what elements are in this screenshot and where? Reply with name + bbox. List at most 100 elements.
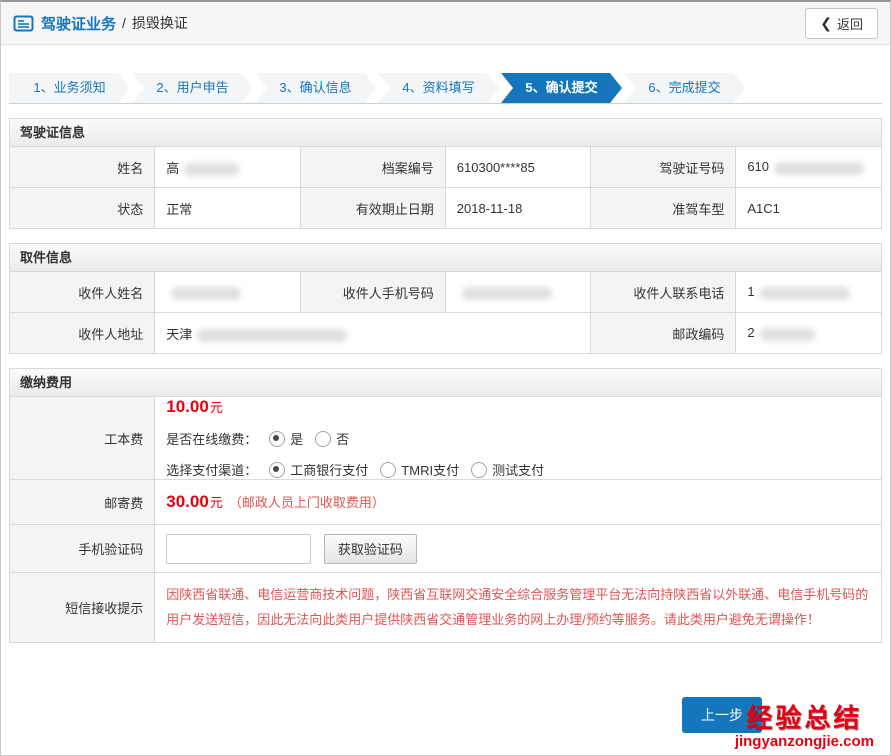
chevron-left-icon: ❮ xyxy=(820,15,832,31)
step-tab-4[interactable]: 4、资料填写 xyxy=(378,73,499,103)
recipient-mobile-label: 收件人手机号码 xyxy=(299,271,446,313)
license-info-section: 驾驶证信息 姓名 高 档案编号 610300****85 驾驶证号码 610 状… xyxy=(8,118,882,229)
online-pay-options: 是否在线缴费： 是 否 xyxy=(166,429,870,448)
sms-tip-cell: 因陕西省联通、电信运营商技术问题，陕西省互联网交通安全综合服务管理平台无法向持陕… xyxy=(154,571,882,644)
mail-fee-unit: 元 xyxy=(209,495,223,510)
redacted-blur xyxy=(197,328,348,342)
status-label: 状态 xyxy=(8,187,156,229)
value-text: A1C1 xyxy=(747,200,780,216)
prev-step-button[interactable]: 上一步 xyxy=(682,697,762,733)
production-fee-amount: 10.00 xyxy=(166,397,209,416)
value-text: 高 xyxy=(166,160,180,176)
pay-channel-options: 选择支付渠道： 工商银行支付 TMRI支付 测试支付 xyxy=(166,460,870,479)
vehicle-class-value: A1C1 xyxy=(735,187,882,229)
step-tab-5-active[interactable]: 5、确认提交 xyxy=(501,73,622,103)
breadcrumb-service-name: 损毁换证 xyxy=(131,15,188,31)
table-row: 状态 正常 有效期止日期 2018-11-18 准驾车型 A1C1 xyxy=(8,187,882,229)
license-info-title: 驾驶证信息 xyxy=(9,118,882,146)
pay-channel-question: 选择支付渠道： xyxy=(166,463,258,478)
license-info-table: 姓名 高 档案编号 610300****85 驾驶证号码 610 状态 正常 有… xyxy=(8,146,882,229)
vehicle-class-label: 准驾车型 xyxy=(590,187,737,229)
recipient-phone-label: 收件人联系电话 xyxy=(590,271,737,313)
expiry-label: 有效期止日期 xyxy=(299,187,446,229)
step-tab-6[interactable]: 6、完成提交 xyxy=(624,73,745,103)
pickup-info-title: 取件信息 xyxy=(9,243,882,271)
step-tab-1[interactable]: 1、业务须知 xyxy=(9,73,130,103)
sms-tip-label: 短信接收提示 xyxy=(8,571,156,644)
online-yes-label: 是 xyxy=(290,432,304,447)
status-value: 正常 xyxy=(154,187,301,229)
redacted-blur xyxy=(184,162,240,176)
table-row: 短信接收提示 因陕西省联通、电信运营商技术问题，陕西省互联网交通安全综合服务管理… xyxy=(8,571,882,644)
back-button[interactable]: ❮ 返回 xyxy=(805,7,878,39)
value-text: 610300****85 xyxy=(456,159,535,175)
channel-tmri-label: TMRI支付 xyxy=(401,463,460,478)
name-value: 高 xyxy=(154,146,301,188)
file-number-label: 档案编号 xyxy=(299,146,446,188)
mail-fee-amount: 30.00 xyxy=(166,492,209,511)
mail-fee-cell: 30.00元 （邮政人员上门收取费用） xyxy=(154,479,882,525)
mail-fee-label: 邮寄费 xyxy=(8,479,156,525)
value-text: 1 xyxy=(747,284,755,300)
expiry-value: 2018-11-18 xyxy=(444,187,592,229)
radio-online-no[interactable] xyxy=(315,431,332,447)
online-no-label: 否 xyxy=(336,432,350,447)
production-fee-cell: 10.00元 是否在线缴费： 是 否 选择支付渠道： 工商银行支付 TMRI支付 测试支付 xyxy=(154,396,882,480)
channel-icbc-label: 工商银行支付 xyxy=(290,463,369,478)
recipient-mobile-value xyxy=(444,271,592,313)
recipient-name-value xyxy=(154,271,301,313)
redacted-blur xyxy=(171,286,242,300)
zip-code-label: 邮政编码 xyxy=(590,312,737,354)
pickup-info-table: 收件人姓名 收件人手机号码 收件人联系电话 1 收件人地址 天津 邮政编码 2 xyxy=(8,271,882,354)
get-code-button[interactable]: 获取验证码 xyxy=(323,533,417,564)
value-text: 610 xyxy=(747,159,770,175)
radio-channel-icbc[interactable] xyxy=(269,462,286,478)
license-number-value: 610 xyxy=(735,146,882,188)
breadcrumb-separator: / xyxy=(122,15,126,31)
recipient-name-label: 收件人姓名 xyxy=(8,271,156,313)
payment-title: 缴纳费用 xyxy=(9,368,882,396)
step-nav: 1、业务须知 2、用户申告 3、确认信息 4、资料填写 5、确认提交 6、完成提… xyxy=(9,73,882,104)
table-row: 收件人地址 天津 邮政编码 2 xyxy=(8,312,882,354)
table-row: 收件人姓名 收件人手机号码 收件人联系电话 1 xyxy=(8,271,882,313)
step-tab-2[interactable]: 2、用户申告 xyxy=(132,73,253,103)
table-row: 工本费 10.00元 是否在线缴费： 是 否 选择支付渠道： 工商银行支付 TMRI支付… xyxy=(8,396,882,480)
back-button-label: 返回 xyxy=(836,16,863,32)
license-number-label: 驾驶证号码 xyxy=(590,146,737,188)
redacted-blur xyxy=(461,286,552,300)
recipient-address-label: 收件人地址 xyxy=(8,312,156,354)
id-card-icon xyxy=(13,15,34,32)
channel-test-label: 测试支付 xyxy=(492,463,545,478)
value-text: 2 xyxy=(747,325,755,341)
production-fee-amount-line: 10.00元 xyxy=(166,397,870,417)
value-text: 天津 xyxy=(166,326,193,342)
redacted-blur xyxy=(759,286,850,300)
table-row: 手机验证码 获取验证码 xyxy=(8,524,882,573)
name-label: 姓名 xyxy=(8,146,156,188)
sms-tip-text: 因陕西省联通、电信运营商技术问题，陕西省互联网交通安全综合服务管理平台无法向持陕… xyxy=(166,587,869,627)
step-tab-3[interactable]: 3、确认信息 xyxy=(255,73,376,103)
breadcrumb-business-type: 驾驶证业务 xyxy=(41,15,117,33)
table-row: 姓名 高 档案编号 610300****85 驾驶证号码 610 xyxy=(8,146,882,188)
payment-section: 缴纳费用 工本费 10.00元 是否在线缴费：是否 选择支付渠道： 工商银行支付 T… xyxy=(8,368,882,644)
sms-code-label: 手机验证码 xyxy=(8,524,156,573)
redacted-blur xyxy=(774,161,865,175)
watermark-url: jingyanzongjie.com xyxy=(734,733,874,750)
sms-code-input[interactable] xyxy=(166,533,312,564)
sms-code-cell: 获取验证码 xyxy=(154,524,882,573)
recipient-address-value: 天津 xyxy=(154,312,592,354)
recipient-phone-value: 1 xyxy=(735,271,882,313)
production-fee-unit: 元 xyxy=(209,400,223,415)
online-pay-question: 是否在线缴费： xyxy=(166,432,258,447)
radio-channel-test[interactable] xyxy=(471,462,488,478)
value-text: 正常 xyxy=(166,201,193,217)
value-text: 2018-11-18 xyxy=(456,200,523,216)
mail-fee-note: （邮政人员上门收取费用） xyxy=(228,495,385,510)
production-fee-label: 工本费 xyxy=(8,396,156,480)
table-row: 邮寄费 30.00元 （邮政人员上门收取费用） xyxy=(8,479,882,525)
payment-table: 工本费 10.00元 是否在线缴费：是否 选择支付渠道： 工商银行支付 TMRI支付… xyxy=(8,396,882,644)
radio-channel-tmri[interactable] xyxy=(380,462,397,478)
pickup-info-section: 取件信息 收件人姓名 收件人手机号码 收件人联系电话 1 收件人地址 天津 邮政… xyxy=(8,243,882,354)
radio-online-yes[interactable] xyxy=(269,431,286,447)
file-number-value: 610300****85 xyxy=(444,146,592,188)
